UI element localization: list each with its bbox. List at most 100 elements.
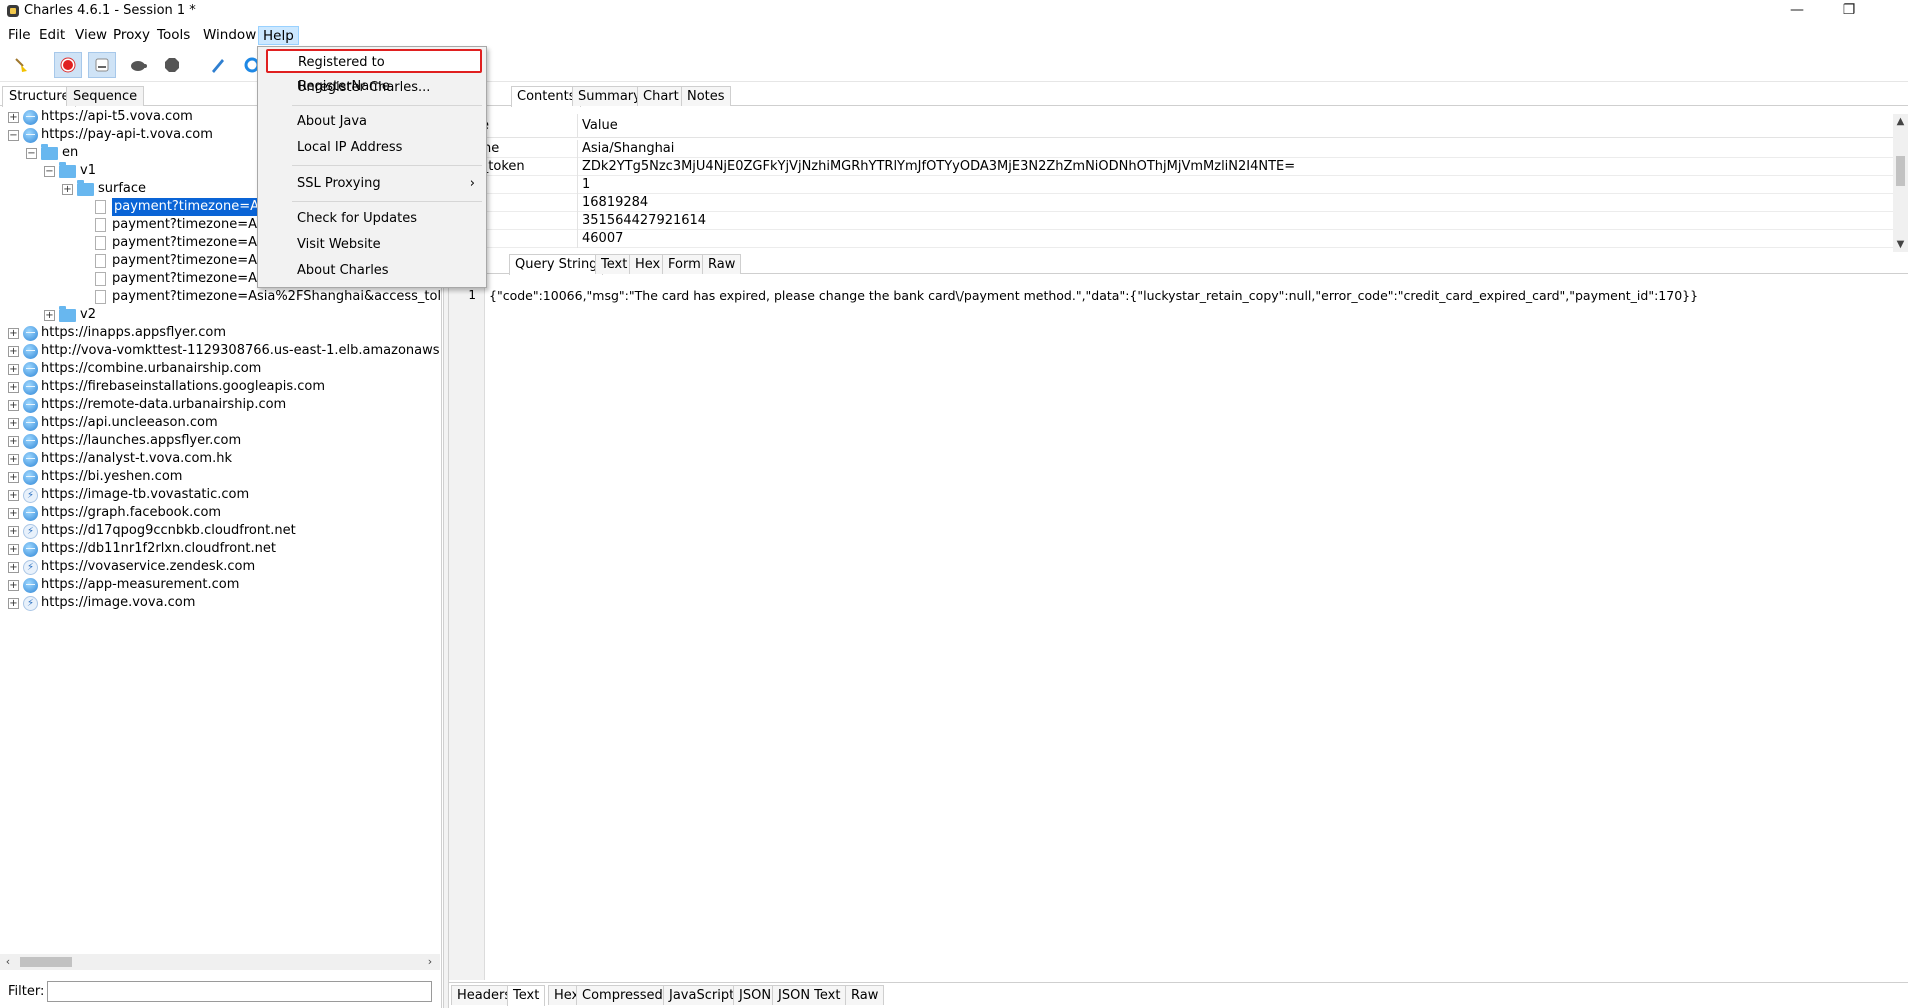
tree-row[interactable]: + ⚡ https://d17qpog9ccnbkb.cloudfront.net xyxy=(8,522,296,540)
scroll-up-icon[interactable]: ▲ xyxy=(1893,114,1908,129)
expand-icon[interactable]: + xyxy=(8,507,19,519)
collapse-icon[interactable]: − xyxy=(8,129,19,141)
expand-icon[interactable]: + xyxy=(8,525,19,537)
tree-row[interactable]: payment?timezone=Asia%2FShanghai&access_… xyxy=(80,288,440,306)
broom-clear-icon[interactable] xyxy=(8,52,36,78)
table-vertical-scrollbar[interactable]: ▲ ▼ xyxy=(1893,114,1908,252)
tab-notes[interactable]: Notes xyxy=(681,86,731,106)
menu-item-local-ip[interactable]: Local IP Address xyxy=(259,136,485,160)
tree-row[interactable]: + https://remote-data.urbanairship.com xyxy=(8,396,286,414)
response-body-viewer[interactable]: 1 {"code":10066,"msg":"The card has expi… xyxy=(449,280,1908,980)
pen-edit-icon[interactable] xyxy=(204,52,232,78)
tree-horizontal-scrollbar[interactable]: ‹ › xyxy=(0,954,440,970)
menu-item-visit-website[interactable]: Visit Website xyxy=(259,233,485,257)
tree-row[interactable]: − https://pay-api-t.vova.com xyxy=(8,126,213,144)
expand-icon[interactable]: + xyxy=(8,399,19,411)
expand-icon[interactable]: + xyxy=(8,579,19,591)
expand-icon[interactable]: + xyxy=(44,309,55,321)
tab-request-hex[interactable]: Hex xyxy=(629,254,667,274)
table-row[interactable]: 16819284 xyxy=(449,194,1893,212)
scrollbar-thumb[interactable] xyxy=(1896,156,1905,186)
tab-summary[interactable]: Summary xyxy=(572,86,647,106)
table-row[interactable]: 1 xyxy=(449,176,1893,194)
tree-row[interactable]: + ⚡ https://image-tb.vovastatic.com xyxy=(8,486,249,504)
tab-sequence[interactable]: Sequence xyxy=(66,86,145,106)
stop-icon[interactable] xyxy=(158,52,186,78)
tab-response-javascript[interactable]: JavaScript xyxy=(663,985,741,1005)
tab-response-text[interactable]: Text xyxy=(507,985,546,1006)
menu-help[interactable]: Help xyxy=(258,26,299,45)
menu-item-unregister[interactable]: Unregister Charles... xyxy=(259,76,485,100)
collapse-icon[interactable]: − xyxy=(26,147,37,159)
tab-response-raw[interactable]: Raw xyxy=(845,985,885,1005)
scroll-down-icon[interactable]: ▼ xyxy=(1893,237,1908,252)
tab-request-text[interactable]: Text xyxy=(595,254,634,274)
turtle-icon[interactable] xyxy=(124,52,152,78)
menu-tools[interactable]: Tools xyxy=(153,26,194,45)
expand-icon[interactable]: + xyxy=(8,453,19,465)
expand-icon[interactable]: + xyxy=(62,183,73,195)
tree-row[interactable]: + https://firebaseinstallations.googleapi… xyxy=(8,378,325,396)
tree-row[interactable]: + https://graph.facebook.com xyxy=(8,504,221,522)
menu-item-ssl-proxying[interactable]: SSL Proxying › xyxy=(259,172,485,196)
tree-row[interactable]: + http://vova-vomkttest-1129308766.us-eas… xyxy=(8,342,440,360)
tree-row[interactable]: + ⚡ https://vovaservice.zendesk.com xyxy=(8,558,255,576)
table-row[interactable]: s_token ZDk2YTg5Nzc3MjU4NjE0ZGFkYjVjNzhiM… xyxy=(449,158,1893,176)
tab-request-raw[interactable]: Raw xyxy=(702,254,742,274)
tree-row[interactable]: + https://bi.yeshen.com xyxy=(8,468,182,486)
menu-item-about-charles[interactable]: About Charles xyxy=(259,259,485,283)
expand-icon[interactable]: + xyxy=(8,381,19,393)
expand-icon[interactable]: + xyxy=(8,489,19,501)
tab-response-json-text[interactable]: JSON Text xyxy=(772,985,847,1005)
expand-icon[interactable]: + xyxy=(8,327,19,339)
tree-row[interactable]: + https://app-measurement.com xyxy=(8,576,239,594)
tree-row[interactable]: − v1 xyxy=(44,161,96,180)
menu-item-registered[interactable]: Registered to RegisterName xyxy=(266,49,482,94)
scroll-right-icon[interactable]: › xyxy=(422,954,438,970)
tab-chart[interactable]: Chart xyxy=(637,86,685,106)
table-row[interactable]: 351564427921614 xyxy=(449,212,1893,230)
tree-row[interactable]: − en xyxy=(26,143,78,162)
tree-row[interactable]: + https://inapps.appsflyer.com xyxy=(8,324,226,342)
record-icon[interactable] xyxy=(54,52,82,78)
table-row[interactable]: 46007 xyxy=(449,230,1893,248)
filter-input[interactable] xyxy=(47,981,432,1002)
tab-contents[interactable]: Contents xyxy=(511,86,582,107)
tab-response-compressed[interactable]: Compressed xyxy=(576,985,669,1005)
tab-query-string[interactable]: Query String xyxy=(509,254,604,275)
column-value-header[interactable]: Value xyxy=(577,114,1877,138)
tree-row[interactable]: + https://analyst-t.vova.com.hk xyxy=(8,450,232,468)
expand-icon[interactable]: + xyxy=(8,345,19,357)
menu-item-about-java[interactable]: About Java xyxy=(259,110,485,134)
tree-row[interactable]: + surface xyxy=(62,179,146,198)
menu-proxy[interactable]: Proxy xyxy=(109,26,154,45)
tree-row[interactable]: + https://api.uncleeason.com xyxy=(8,414,218,432)
throttle-icon[interactable] xyxy=(88,52,116,78)
expand-icon[interactable]: + xyxy=(8,471,19,483)
expand-icon[interactable]: + xyxy=(8,435,19,447)
tree-row[interactable]: + v2 xyxy=(44,305,96,324)
menu-window[interactable]: Window xyxy=(199,26,260,45)
scroll-left-icon[interactable]: ‹ xyxy=(0,954,16,970)
menu-item-check-updates[interactable]: Check for Updates xyxy=(259,207,485,231)
menu-file[interactable]: File xyxy=(4,26,35,45)
expand-icon[interactable]: + xyxy=(8,363,19,375)
expand-icon[interactable]: + xyxy=(8,561,19,573)
tab-response-json[interactable]: JSON xyxy=(733,985,778,1005)
expand-icon[interactable]: + xyxy=(8,543,19,555)
minimize-button[interactable]: — xyxy=(1774,0,1820,22)
expand-icon[interactable]: + xyxy=(8,597,19,609)
collapse-icon[interactable]: − xyxy=(44,165,55,177)
tab-request-form[interactable]: Form xyxy=(662,254,707,274)
scrollbar-thumb[interactable] xyxy=(20,957,72,967)
expand-icon[interactable]: + xyxy=(8,417,19,429)
menu-view[interactable]: View xyxy=(71,26,111,45)
table-row[interactable]: one Asia/Shanghai xyxy=(449,140,1893,158)
tree-row[interactable]: + https://combine.urbanairship.com xyxy=(8,360,261,378)
close-button[interactable]: ✕ xyxy=(1862,0,1908,22)
tree-row[interactable]: + https://db11nr1f2rlxn.cloudfront.net xyxy=(8,540,276,558)
menu-edit[interactable]: Edit xyxy=(35,26,69,45)
tree-row[interactable]: + https://launches.appsflyer.com xyxy=(8,432,241,450)
tree-row[interactable]: + https://api-t5.vova.com xyxy=(8,108,193,126)
expand-icon[interactable]: + xyxy=(8,111,19,123)
